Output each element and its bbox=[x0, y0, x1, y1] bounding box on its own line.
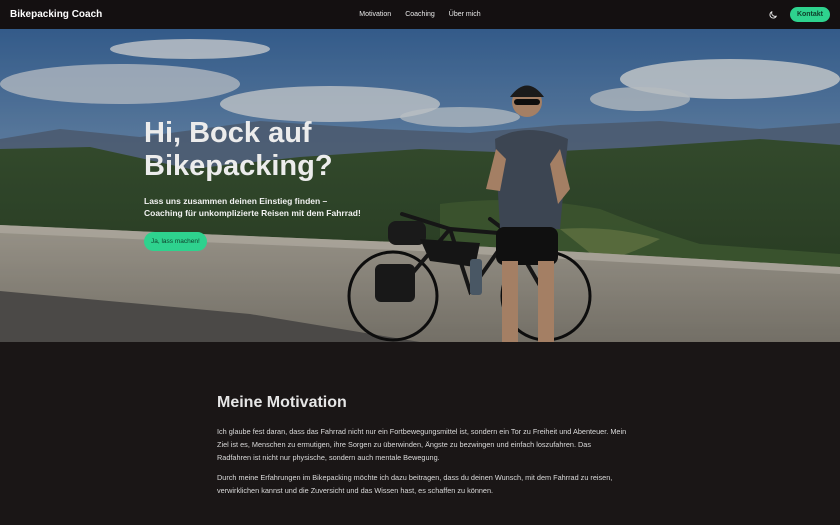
motivation-title: Meine Motivation bbox=[217, 394, 347, 411]
nav-link-motivation[interactable]: Motivation bbox=[359, 11, 391, 18]
hero-subtitle-line1: Lass uns zusammen deinen Einstieg finden… bbox=[144, 196, 328, 206]
navbar: Bikepacking Coach Motivation Coaching Üb… bbox=[0, 0, 840, 29]
moon-icon[interactable] bbox=[766, 8, 780, 22]
brand-logo[interactable]: Bikepacking Coach bbox=[10, 9, 102, 20]
hero-title-line1: Hi, Bock auf bbox=[144, 117, 312, 149]
hero-cta-button[interactable]: Ja, lass machen! bbox=[144, 232, 207, 251]
motivation-paragraph-1: Ich glaube fest daran, dass das Fahrrad … bbox=[217, 427, 627, 462]
hero: Hi, Bock auf Bikepacking? Lass uns zusam… bbox=[0, 29, 840, 342]
contact-button[interactable]: Kontakt bbox=[789, 7, 830, 22]
hero-overlay bbox=[0, 29, 840, 342]
motivation-paragraph-2: Durch meine Erfahrungen im Bikepacking m… bbox=[217, 473, 613, 495]
nav-link-coaching[interactable]: Coaching bbox=[405, 11, 435, 18]
nav-link-ueber-mich[interactable]: Über mich bbox=[449, 11, 481, 18]
hero-subtitle-line2: Coaching für unkomplizierte Reisen mit d… bbox=[144, 208, 361, 218]
nav-links: Motivation Coaching Über mich bbox=[0, 0, 840, 29]
hero-title: Hi, Bock auf Bikepacking? bbox=[144, 117, 404, 183]
hero-subtitle: Lass uns zusammen deinen Einstieg finden… bbox=[144, 195, 384, 219]
hero-title-line2: Bikepacking? bbox=[144, 150, 333, 182]
motivation-section: Meine Motivation Ich glaube fest daran, … bbox=[0, 342, 840, 525]
nav-right: Kontakt bbox=[766, 7, 830, 22]
